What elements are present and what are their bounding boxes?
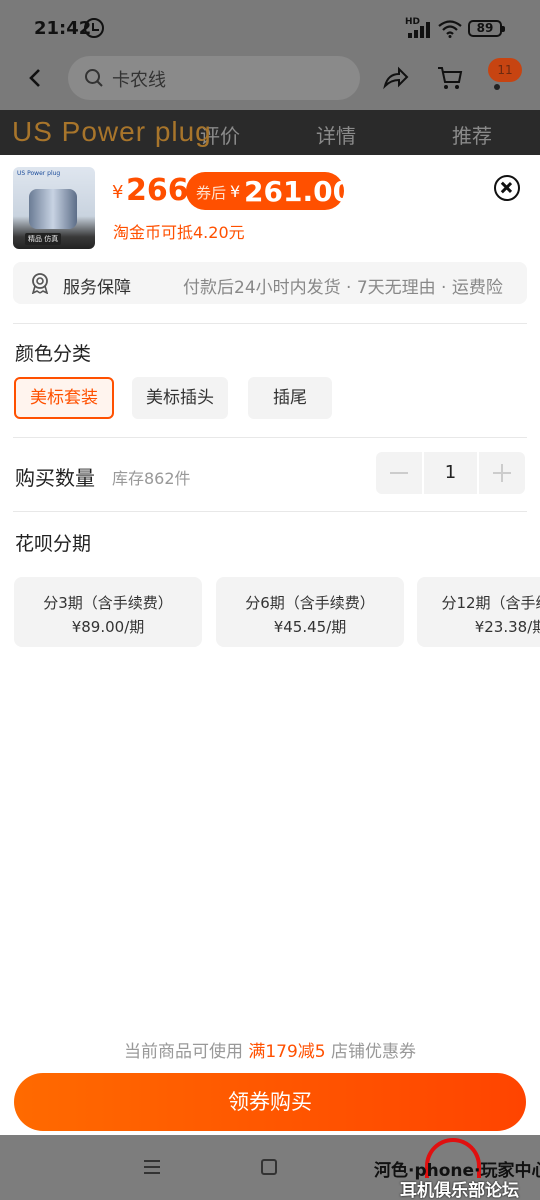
installment-plans: 分3期（含手续费） ¥89.00/期 分6期（含手续费） ¥45.45/期 分1…: [0, 577, 540, 647]
message-badge[interactable]: 11: [488, 58, 522, 82]
coupon-currency: ¥: [230, 182, 241, 201]
tab-details[interactable]: 详情: [316, 120, 356, 149]
recents-icon[interactable]: [144, 1160, 160, 1174]
coupon-price-badge: 券后 ¥ 261.00: [186, 172, 352, 210]
background-page: 21:42 HD 89 卡农线 11 评价 详情 推荐 US Power plu…: [0, 0, 540, 155]
wifi-icon: [438, 20, 462, 38]
plan-term: 分3期（含手续费）: [43, 594, 173, 612]
color-option-us-set[interactable]: 美标套装: [14, 377, 114, 419]
badge-icon: [31, 273, 49, 294]
divider: [13, 437, 527, 438]
product-thumbnail[interactable]: US Power plug 精品 仿真: [13, 167, 95, 249]
search-placeholder: 卡农线: [112, 70, 166, 91]
close-button[interactable]: [494, 175, 520, 201]
store-coupon-notice: 当前商品可使用 满179减5 店铺优惠券: [0, 1037, 540, 1062]
battery-icon: 89: [468, 20, 505, 37]
signal-icon: [408, 22, 432, 38]
divider: [13, 323, 527, 324]
service-detail: 付款后24小时内发货 · 7天无理由 · 运费险: [183, 278, 503, 298]
home-icon[interactable]: [261, 1159, 277, 1175]
promo-suffix: 店铺优惠券: [331, 1042, 417, 1062]
plan-term: 分12期（含手续费）: [441, 594, 540, 612]
share-icon[interactable]: [382, 64, 410, 92]
plan-amount: ¥89.00/期: [71, 618, 145, 636]
quantity-decrease-button[interactable]: [376, 452, 422, 494]
quantity-title: 购买数量: [15, 466, 95, 490]
divider: [13, 511, 527, 512]
coins-deduction: 淘金币可抵4.20元: [113, 223, 245, 242]
stock-count: 库存862件: [112, 469, 191, 488]
top-nav: 卡农线 11: [0, 50, 540, 110]
quantity-increase-button[interactable]: [479, 452, 525, 494]
alarm-icon: [84, 18, 104, 38]
price-currency: ¥: [112, 182, 124, 203]
installment-plan-3[interactable]: 分3期（含手续费） ¥89.00/期: [14, 577, 202, 647]
promo-prefix: 当前商品可使用: [123, 1042, 243, 1062]
thumb-brand-text: US Power plug: [17, 170, 61, 177]
plan-amount: ¥23.38/期: [474, 618, 540, 636]
back-arrow-icon[interactable]: [26, 68, 46, 88]
status-time: 21:42: [34, 18, 92, 39]
coupon-price: 261.00: [244, 175, 353, 208]
installment-plan-12[interactable]: 分12期（含手续费） ¥23.38/期: [417, 577, 540, 647]
sku-sheet: US Power plug 精品 仿真 ¥ 266 券后 ¥ 261.00 淘金…: [0, 155, 540, 1135]
claim-coupon-buy-button[interactable]: 领券购买: [14, 1073, 526, 1131]
watermark-line2: 耳机俱乐部论坛: [400, 1181, 519, 1200]
service-title: 服务保障: [63, 278, 131, 298]
thumb-tag: 精品 仿真: [25, 233, 62, 245]
more-icon[interactable]: [494, 84, 500, 90]
color-section-title: 颜色分类: [15, 343, 92, 365]
service-guarantee[interactable]: 服务保障 付款后24小时内发货 · 7天无理由 · 运费险: [13, 262, 527, 304]
plan-term: 分6期（含手续费）: [245, 594, 375, 612]
cart-icon[interactable]: [436, 64, 464, 92]
plan-amount: ¥45.45/期: [273, 618, 347, 636]
promo-highlight: 满179减5: [248, 1042, 326, 1062]
installment-plan-6[interactable]: 分6期（含手续费） ¥45.45/期: [216, 577, 404, 647]
tab-recommend[interactable]: 推荐: [452, 120, 492, 149]
banner-watermark: US Power plug: [12, 116, 212, 147]
search-input[interactable]: 卡农线: [68, 56, 360, 100]
search-icon: [85, 69, 103, 87]
color-option-us-plug[interactable]: 美标插头: [132, 377, 228, 419]
coupon-label: 券后: [196, 184, 227, 202]
color-option-tail[interactable]: 插尾: [248, 377, 332, 419]
plug-image: [29, 189, 77, 229]
quantity-input[interactable]: 1: [424, 452, 477, 494]
price-value: 266: [126, 173, 189, 208]
installment-title: 花呗分期: [15, 533, 92, 555]
